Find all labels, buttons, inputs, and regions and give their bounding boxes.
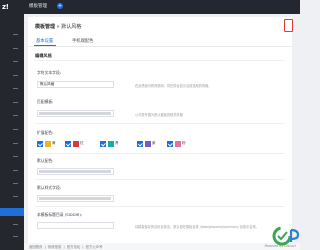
tab-mobile-colors[interactable]: 手机端配色 (72, 38, 93, 44)
color-swatch (108, 141, 114, 147)
sidebar-item[interactable] (13, 102, 18, 103)
color-name: 红 (80, 141, 84, 145)
sidebar-item[interactable] (13, 156, 18, 157)
color-name: 紫 (152, 141, 156, 145)
sidebar-item[interactable] (13, 75, 18, 76)
breadcrumb-root[interactable]: 模板管理 (35, 24, 55, 30)
color-swatch (175, 141, 181, 147)
color-checkbox[interactable] (167, 141, 173, 147)
footer-link-system[interactable]: 系统信息 (48, 245, 62, 249)
sidebar: z! (0, 0, 24, 250)
sidebar-item[interactable] (13, 88, 18, 89)
footer-link-wechat[interactable]: 官方公众号 (86, 245, 103, 249)
color-checkbox[interactable] (137, 141, 143, 147)
template-name-label: 字符文本字段: (37, 70, 62, 75)
default-color-select[interactable] (37, 168, 114, 175)
color-name: 青 (115, 141, 119, 145)
footer-links: 返回首页 | 系统信息 | 官方论坛 | 官方公众号 (29, 244, 103, 249)
sidebar-item[interactable] (13, 224, 18, 225)
footer-separator: | (44, 245, 46, 249)
footer-link-forum[interactable]: 官方论坛 (67, 245, 81, 249)
app-window: z! 模板管理 + 模板管理 » 默认风格 基本设置 手机端配色 编辑风格 字符… (0, 0, 300, 250)
divider (35, 153, 285, 154)
select-value (39, 197, 111, 200)
add-tab-button[interactable]: + (57, 3, 63, 9)
top-header: 模板管理 + (24, 0, 300, 14)
sidebar-item[interactable] (13, 34, 18, 35)
floating-logo-icon[interactable] (272, 226, 300, 246)
tab-bar: 基本设置 手机端配色 (28, 37, 292, 47)
default-theme-help: 以分类专题为默认模板的相关风格 (135, 113, 183, 117)
close-button[interactable] (284, 19, 293, 32)
sidebar-item-active[interactable] (0, 208, 24, 216)
divider (35, 123, 285, 124)
sidebar-item[interactable] (13, 143, 18, 144)
color-name: 黄 (52, 141, 56, 145)
tab-basic-settings[interactable]: 基本设置 (36, 38, 53, 44)
active-tab-indicator (34, 45, 56, 47)
colors-label: 扩展配色: (37, 130, 54, 135)
color-options: 黄 红 青 紫 粉 (37, 141, 237, 149)
sidebar-item[interactable] (13, 129, 18, 130)
sidebar-item[interactable] (13, 170, 18, 171)
default-style-select[interactable] (37, 195, 114, 202)
template-dir-input[interactable] (37, 222, 114, 229)
sidebar-item[interactable] (13, 61, 18, 62)
select-value (39, 112, 111, 115)
color-swatch (73, 141, 79, 147)
breadcrumb-current: 默认风格 (61, 24, 82, 30)
header-title[interactable]: 模板管理 (29, 3, 47, 9)
footer-separator: | (82, 245, 84, 249)
template-dir-help: 将模板保存的目标目录名，默认值在模板目录 /data/phpwind/commo… (135, 225, 259, 229)
color-checkbox[interactable] (37, 141, 43, 147)
sidebar-item[interactable] (13, 183, 18, 184)
color-checkbox[interactable] (100, 141, 106, 147)
color-checkbox[interactable] (65, 141, 71, 147)
breadcrumb: 模板管理 » 默认风格 (35, 23, 81, 30)
divider (35, 206, 285, 207)
select-value (39, 170, 111, 173)
sidebar-item[interactable] (13, 115, 18, 116)
default-theme-select[interactable] (37, 110, 114, 117)
sidebar-item[interactable] (13, 48, 18, 49)
breadcrumb-separator: » (56, 24, 60, 30)
main-card: 模板管理 » 默认风格 基本设置 手机端配色 编辑风格 字符文本字段: 默认风格… (28, 17, 293, 243)
default-style-label: 默认样式字段: (37, 185, 62, 190)
footer-separator: | (63, 245, 65, 249)
footer-link-home[interactable]: 返回首页 (29, 245, 43, 249)
template-name-help: 在此界面可修改说明，将在前台显示当前选用的风格。 (135, 84, 212, 88)
color-name: 粉 (182, 141, 186, 145)
divider (35, 60, 285, 61)
section-title: 编辑风格 (35, 53, 52, 58)
app-logo: z! (2, 3, 9, 11)
default-theme-label: 匹配模板: (37, 99, 54, 104)
sidebar-item[interactable] (13, 236, 18, 237)
color-swatch (145, 141, 151, 147)
template-dir-label: 本模板标题目录 (SIDDIR): (37, 212, 83, 217)
template-name-input[interactable]: 默认风格 (37, 81, 114, 88)
footer: 返回首页 | 系统信息 | 官方论坛 | 官方公众号 Powered By Di… (24, 243, 300, 250)
divider (35, 179, 285, 180)
sidebar-item[interactable] (13, 196, 18, 197)
default-color-label: 默认配色: (37, 158, 54, 163)
color-swatch (45, 141, 51, 147)
